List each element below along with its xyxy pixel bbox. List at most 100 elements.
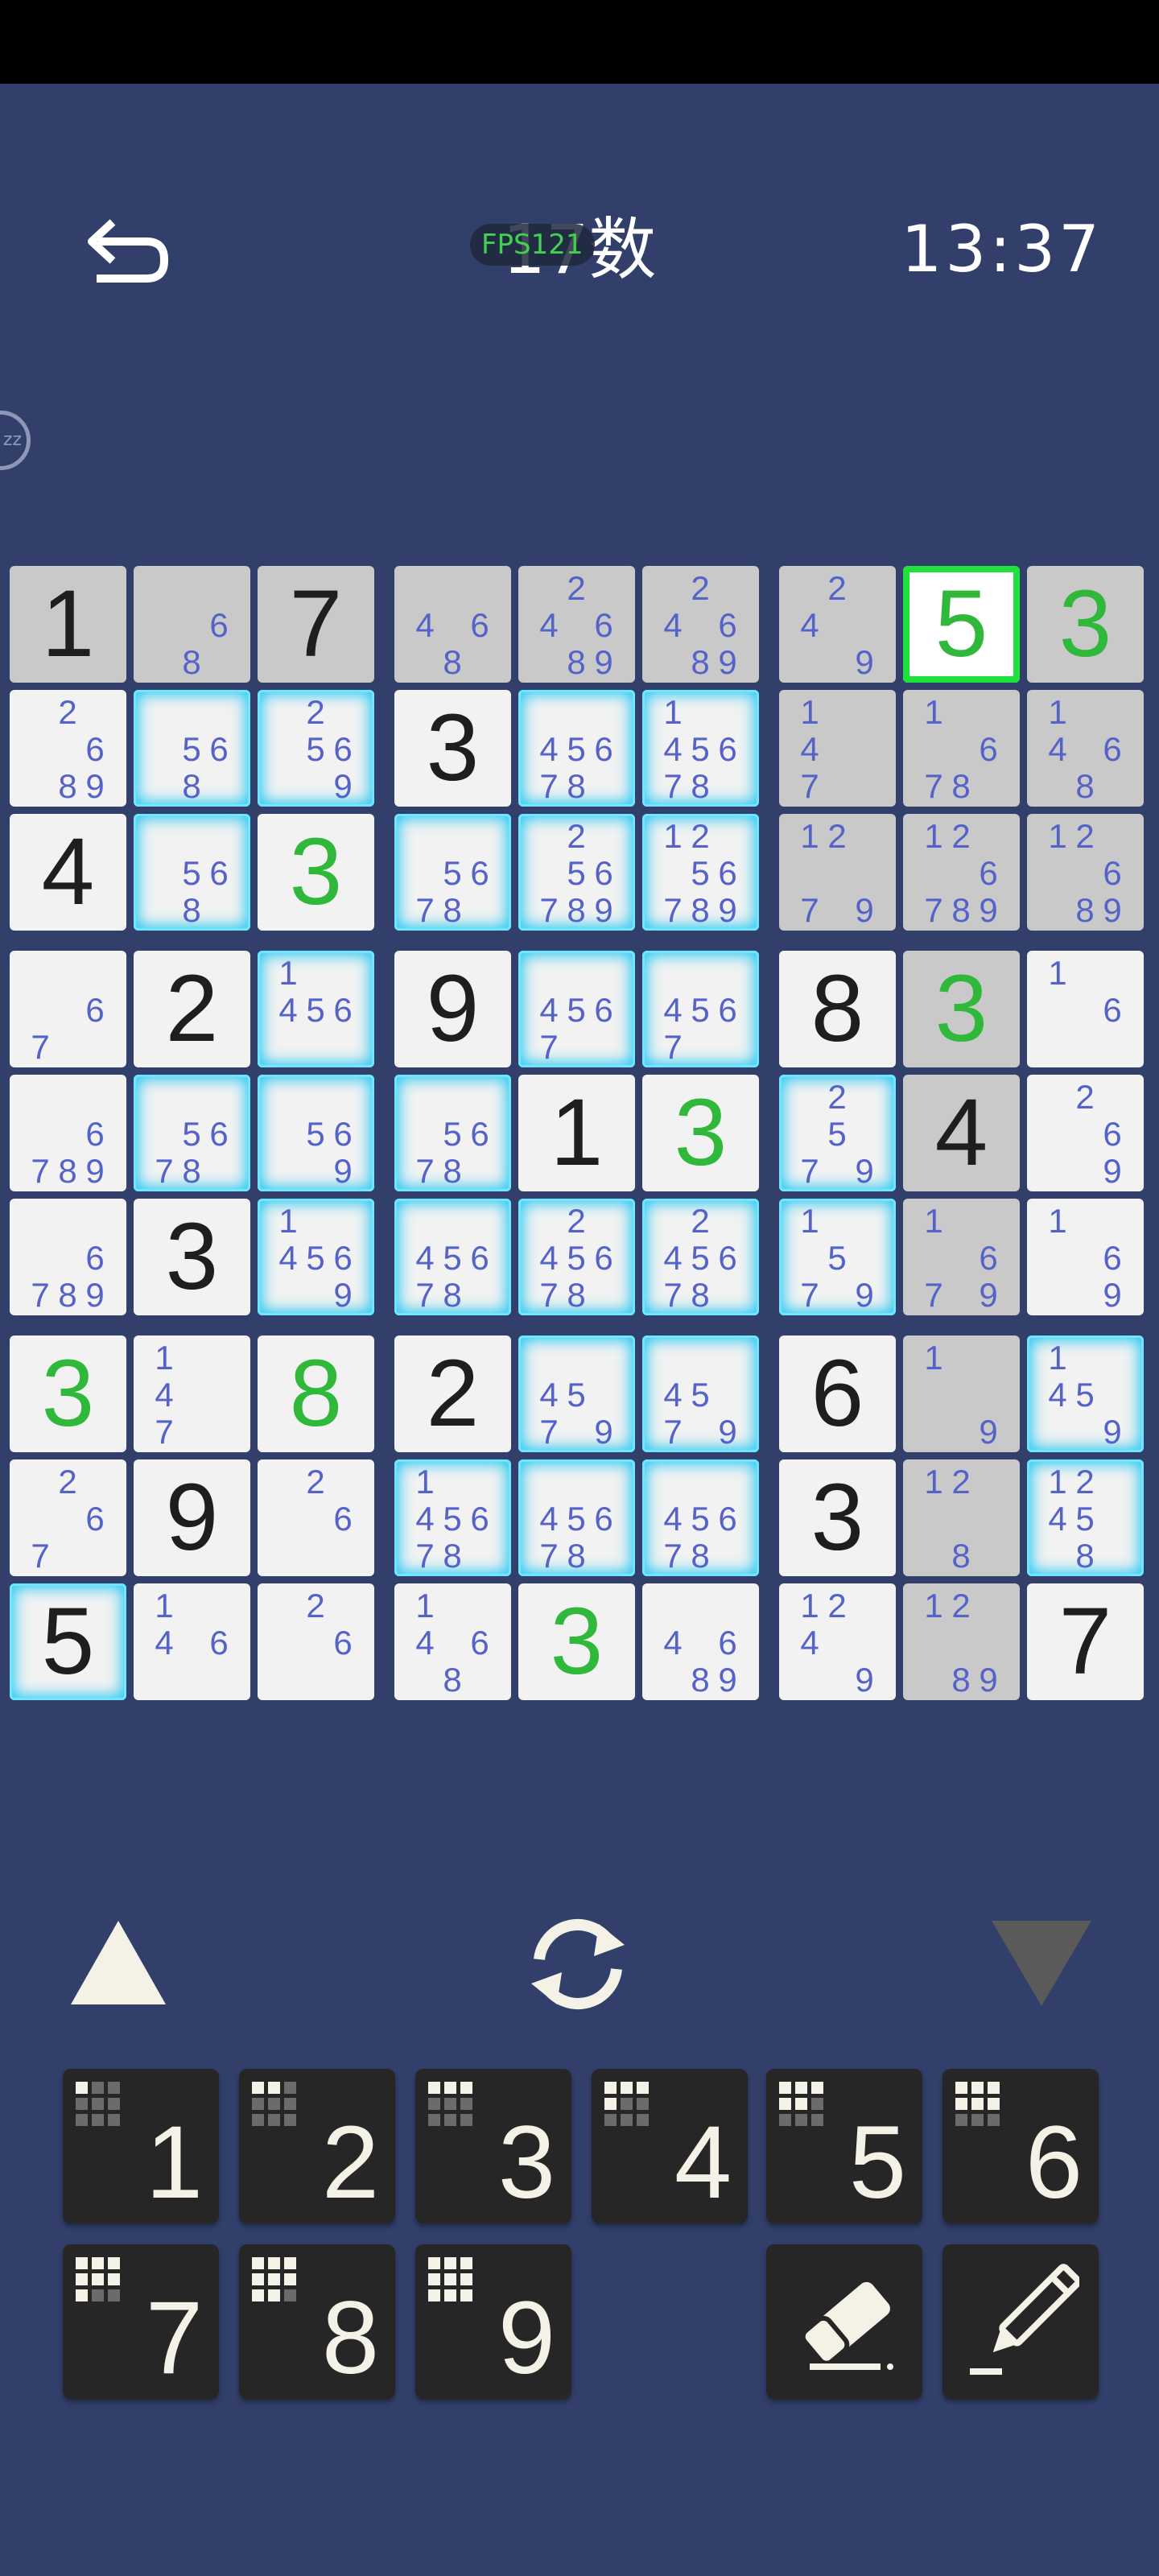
digit-key-3[interactable]: 3 [415, 2069, 571, 2223]
sudoku-cell[interactable]: 169 [1027, 1199, 1144, 1315]
sudoku-cell[interactable]: 128 [903, 1459, 1020, 1576]
candidate-mark: 2 [827, 1078, 847, 1116]
sudoku-cell[interactable]: 568 [134, 814, 250, 931]
sudoku-cell[interactable]: 3 [642, 1075, 759, 1191]
sudoku-cell[interactable]: 6789 [10, 1199, 126, 1315]
sudoku-cell[interactable]: 67 [10, 951, 126, 1067]
sudoku-cell[interactable]: 3 [779, 1459, 896, 1576]
sudoku-cell[interactable]: 1289 [903, 1583, 1020, 1700]
sudoku-cell[interactable]: 1 [518, 1075, 635, 1191]
sudoku-cell[interactable]: 4579 [642, 1335, 759, 1452]
digit-key-7[interactable]: 7 [63, 2244, 219, 2399]
sudoku-cell[interactable]: 12458 [1027, 1459, 1144, 1576]
sudoku-cell[interactable]: 5678 [134, 1075, 250, 1191]
sudoku-cell[interactable]: 3 [394, 690, 511, 807]
sudoku-cell[interactable]: 145678 [394, 1459, 511, 1576]
sudoku-cell[interactable]: 9 [394, 951, 511, 1067]
sudoku-cell[interactable]: 245678 [518, 1199, 635, 1315]
rotate-button[interactable] [522, 1913, 634, 2016]
sudoku-cell[interactable]: 5 [10, 1583, 126, 1700]
sudoku-cell[interactable]: 4567 [642, 951, 759, 1067]
sudoku-cell[interactable]: 3 [134, 1199, 250, 1315]
sudoku-cell[interactable]: 1678 [903, 690, 1020, 807]
sudoku-cell[interactable]: 5 [903, 566, 1020, 683]
sudoku-cell[interactable]: 8 [258, 1335, 374, 1452]
sudoku-cell[interactable]: 14569 [258, 1199, 374, 1315]
sudoku-cell[interactable]: 245678 [642, 1199, 759, 1315]
sudoku-cell[interactable]: 468 [394, 566, 511, 683]
sudoku-cell[interactable]: 4567 [518, 951, 635, 1067]
digit-key-6[interactable]: 6 [942, 2069, 1099, 2223]
next-button[interactable] [988, 1916, 1095, 2009]
sudoku-cell[interactable]: 7 [1027, 1583, 1144, 1700]
sudoku-cell[interactable]: 1279 [779, 814, 896, 931]
sudoku-cell[interactable]: 267 [10, 1459, 126, 1576]
sudoku-cell[interactable]: 1 [10, 566, 126, 683]
sudoku-cell[interactable]: 26 [258, 1583, 374, 1700]
sudoku-cell[interactable]: 24689 [642, 566, 759, 683]
sudoku-cell[interactable]: 4 [903, 1075, 1020, 1191]
sudoku-cell[interactable]: 2 [394, 1335, 511, 1452]
candidate-mark: 1 [924, 693, 943, 731]
sudoku-cell[interactable]: 7 [258, 566, 374, 683]
sudoku-cell[interactable]: 147 [779, 690, 896, 807]
sudoku-cell[interactable]: 16 [1027, 951, 1144, 1067]
sudoku-cell[interactable]: 1256789 [642, 814, 759, 931]
sudoku-cell[interactable]: 6789 [10, 1075, 126, 1191]
sudoku-cell[interactable]: 1459 [1027, 1335, 1144, 1452]
sudoku-cell[interactable]: 5678 [394, 814, 511, 931]
sudoku-cell[interactable]: 2 [134, 951, 250, 1067]
sudoku-cell[interactable]: 1468 [394, 1583, 511, 1700]
sudoku-cell[interactable]: 2569 [258, 690, 374, 807]
candidate-mark: 6 [470, 1239, 489, 1277]
sudoku-cell[interactable]: 4579 [518, 1335, 635, 1452]
digit-key-1[interactable]: 1 [63, 2069, 219, 2223]
candidate-mark: 2 [951, 1463, 971, 1501]
digit-key-4[interactable]: 4 [592, 2069, 748, 2223]
sudoku-cell[interactable]: 256789 [518, 814, 635, 931]
sudoku-cell[interactable]: 9 [134, 1459, 250, 1576]
sudoku-cell[interactable]: 68 [134, 566, 250, 683]
sudoku-cell[interactable]: 1249 [779, 1583, 896, 1700]
sudoku-cell[interactable]: 5678 [394, 1075, 511, 1191]
previous-button[interactable] [68, 1916, 169, 2009]
sudoku-cell[interactable]: 146 [134, 1583, 250, 1700]
sudoku-cell[interactable]: 1679 [903, 1199, 1020, 1315]
sudoku-cell[interactable]: 269 [1027, 1075, 1144, 1191]
sudoku-cell[interactable]: 3 [903, 951, 1020, 1067]
sudoku-cell[interactable]: 568 [134, 690, 250, 807]
sudoku-cell[interactable]: 3 [10, 1335, 126, 1452]
cell-value: 4 [41, 819, 95, 925]
digit-key-9[interactable]: 9 [415, 2244, 571, 2399]
digit-key-8[interactable]: 8 [239, 2244, 395, 2399]
sudoku-cell[interactable]: 2689 [10, 690, 126, 807]
sudoku-cell[interactable]: 1468 [1027, 690, 1144, 807]
sudoku-cell[interactable]: 45678 [394, 1199, 511, 1315]
sudoku-cell[interactable]: 12689 [1027, 814, 1144, 931]
pencil-button[interactable] [942, 2244, 1099, 2399]
sudoku-cell[interactable]: 3 [1027, 566, 1144, 683]
sudoku-cell[interactable]: 6 [779, 1335, 896, 1452]
sudoku-cell[interactable]: 145678 [642, 690, 759, 807]
eraser-button[interactable] [766, 2244, 922, 2399]
sudoku-cell[interactable]: 26 [258, 1459, 374, 1576]
sudoku-cell[interactable]: 3 [258, 814, 374, 931]
sudoku-cell[interactable]: 1579 [779, 1199, 896, 1315]
sudoku-cell[interactable]: 4 [10, 814, 126, 931]
sudoku-cell[interactable]: 8 [779, 951, 896, 1067]
sudoku-cell[interactable]: 45678 [518, 690, 635, 807]
sudoku-cell[interactable]: 45678 [642, 1459, 759, 1576]
sudoku-cell[interactable]: 3 [518, 1583, 635, 1700]
sudoku-cell[interactable]: 4689 [642, 1583, 759, 1700]
sudoku-cell[interactable]: 126789 [903, 814, 1020, 931]
sudoku-cell[interactable]: 19 [903, 1335, 1020, 1452]
sudoku-cell[interactable]: 45678 [518, 1459, 635, 1576]
sudoku-cell[interactable]: 1456 [258, 951, 374, 1067]
digit-key-5[interactable]: 5 [766, 2069, 922, 2223]
sudoku-cell[interactable]: 2579 [779, 1075, 896, 1191]
digit-key-2[interactable]: 2 [239, 2069, 395, 2223]
sudoku-cell[interactable]: 569 [258, 1075, 374, 1191]
sudoku-cell[interactable]: 147 [134, 1335, 250, 1452]
sudoku-cell[interactable]: 249 [779, 566, 896, 683]
sudoku-cell[interactable]: 24689 [518, 566, 635, 683]
